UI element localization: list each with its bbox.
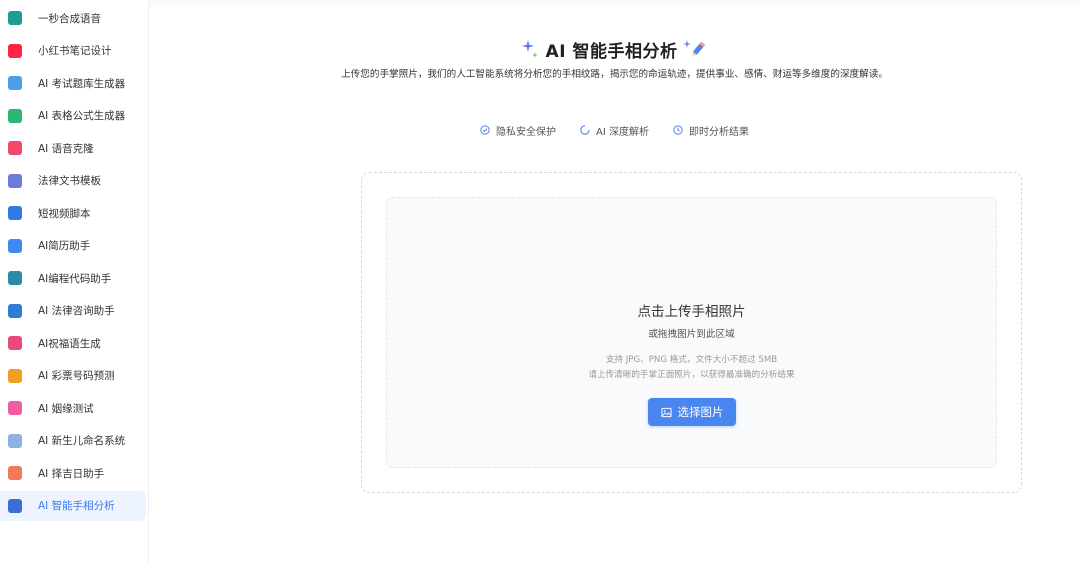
sidebar-item[interactable]: AI简历助手 (0, 231, 146, 261)
feature-label: AI 深度解析 (596, 126, 649, 138)
feature-privacy: 隐私安全保护 (480, 122, 556, 138)
sidebar: 一秒合成语音 小红书笔记设计 AI 考试题库生成器 AI 表格公式生成器 AI 语音克隆… (0, 0, 149, 563)
upload-title: 点击上传手相照片 (637, 304, 746, 320)
upload-quality-hint: 请上传清晰的手掌正面照片，以获得最准确的分析结果 (588, 370, 795, 380)
calendar-icon (8, 466, 22, 480)
select-image-button[interactable]: 选择图片 (648, 398, 736, 426)
upload-format-hint: 支持 JPG、PNG 格式，文件大小不超过 5MB (605, 355, 778, 365)
palm-icon (8, 498, 22, 513)
scale-icon (8, 303, 22, 318)
sidebar-item[interactable]: 法律文书模板 (0, 166, 146, 196)
sparkle-icon (521, 38, 540, 60)
top-bar (149, 0, 1080, 10)
sidebar-item[interactable]: AI 择吉日助手 (0, 458, 146, 488)
sidebar-item[interactable]: AI 彩票号码预测 (0, 361, 146, 391)
sidebar-item[interactable]: AI祝福语生成 (0, 328, 146, 358)
sidebar-item[interactable]: 短视频脚本 (0, 198, 146, 228)
sidebar-item-label: 小红书笔记设计 (38, 45, 112, 57)
feature-label: 即时分析结果 (688, 126, 749, 138)
page-title: AI 智能手相分析 (545, 41, 678, 62)
voice-synth-icon (8, 11, 22, 25)
pencil-sparkle-icon (683, 38, 707, 60)
sidebar-item-label: AI 姻缘测试 (38, 402, 94, 415)
sidebar-item-label: AI简历助手 (38, 240, 91, 252)
legal-doc-icon (8, 173, 22, 188)
sidebar-item-label: 法律文书模板 (38, 175, 101, 187)
upload-subtitle: 或拖拽图片到此区域 (648, 329, 735, 340)
feature-list: 隐私安全保护 AI 深度解析 即时分析结果 (149, 122, 1080, 138)
sidebar-item-label: AI 法律咨询助手 (38, 305, 115, 317)
sidebar-item[interactable]: AI 新生儿命名系统 (0, 426, 146, 456)
shield-check-icon (480, 125, 490, 135)
video-script-icon (8, 206, 22, 220)
resume-icon (8, 238, 22, 253)
exam-bank-icon (8, 76, 22, 90)
sidebar-item[interactable]: AI 表格公式生成器 (0, 101, 146, 131)
feature-ai-analysis: AI 深度解析 (580, 122, 649, 138)
feature-instant-result: 即时分析结果 (673, 122, 749, 138)
sidebar-item[interactable]: AI 法律咨询助手 (0, 296, 146, 326)
blessing-icon (8, 336, 22, 350)
voice-clone-icon (8, 141, 22, 155)
sidebar-item-label: 短视频脚本 (38, 207, 91, 220)
sidebar-item[interactable]: 小红书笔记设计 (0, 36, 146, 66)
clock-icon (673, 125, 683, 135)
feature-label: 隐私安全保护 (496, 126, 557, 138)
sidebar-item[interactable]: AI编程代码助手 (0, 263, 146, 293)
page-subtitle: 上传您的手掌照片，我们的人工智能系统将分析您的手相纹路，揭示您的命运轨迹，提供事… (341, 69, 888, 80)
sidebar-item-label: AI 智能手相分析 (38, 500, 115, 512)
lottery-icon (8, 368, 22, 383)
sidebar-item[interactable]: AI 语音克隆 (0, 133, 146, 163)
select-image-label: 选择图片 (677, 405, 724, 419)
sidebar-item-label: AI 新生儿命名系统 (38, 435, 126, 447)
spinner-icon (580, 125, 590, 135)
image-icon (660, 407, 672, 417)
heart-icon (8, 401, 22, 415)
sidebar-item-label: AI祝福语生成 (38, 337, 101, 350)
sidebar-item-label: AI 彩票号码预测 (38, 370, 115, 382)
sidebar-item-label: AI 表格公式生成器 (38, 110, 126, 122)
sidebar-item-label: AI 择吉日助手 (38, 467, 105, 480)
sidebar-item-label: AI 考试题库生成器 (38, 77, 126, 90)
code-icon (8, 271, 22, 285)
sidebar-item-label: AI 语音克隆 (38, 142, 94, 155)
sidebar-item-label: 一秒合成语音 (38, 12, 101, 25)
sidebar-item[interactable]: 一秒合成语音 (0, 3, 146, 33)
page-header: AI 智能手相分析 (149, 34, 1080, 64)
sidebar-item[interactable]: AI 姻缘测试 (0, 393, 146, 423)
sidebar-item[interactable]: AI 考试题库生成器 (0, 68, 146, 98)
xiaohongshu-icon (8, 43, 22, 58)
sidebar-item[interactable]: AI 智能手相分析 (0, 490, 146, 521)
sidebar-item-label: AI编程代码助手 (38, 272, 112, 285)
baby-icon (8, 433, 22, 448)
spreadsheet-icon (8, 108, 22, 123)
